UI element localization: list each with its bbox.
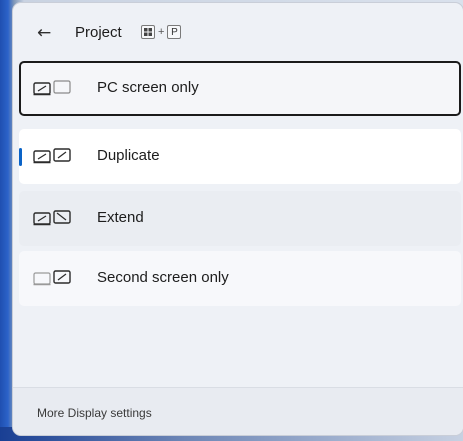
option-label: PC screen only: [97, 79, 199, 96]
back-arrow-icon[interactable]: ←: [37, 22, 59, 44]
keyboard-shortcut: + P: [141, 24, 182, 40]
flyout-footer: More Display settings: [13, 388, 463, 435]
option-second-screen-only[interactable]: Second screen only: [19, 251, 461, 306]
shortcut-plus: +: [158, 26, 165, 38]
flyout-header: ← Project + P: [13, 3, 463, 63]
project-flyout: ← Project + P PC screen only Duplicate E…: [12, 2, 463, 436]
duplicate-icon: [33, 146, 73, 166]
option-pc-screen-only[interactable]: PC screen only: [19, 61, 461, 116]
selected-indicator: [19, 148, 22, 166]
option-label: Second screen only: [97, 269, 229, 286]
windows-key-icon: [141, 25, 155, 39]
option-label: Extend: [97, 209, 144, 226]
option-duplicate[interactable]: Duplicate: [19, 129, 461, 184]
extend-icon: [33, 208, 73, 228]
more-display-settings-link[interactable]: More Display settings: [37, 406, 152, 420]
option-label: Duplicate: [97, 147, 160, 164]
pc-screen-only-icon: [33, 78, 73, 98]
p-key: P: [167, 25, 182, 39]
option-extend[interactable]: Extend: [19, 191, 461, 246]
flyout-title: Project: [75, 24, 122, 41]
second-screen-only-icon: [33, 268, 73, 288]
